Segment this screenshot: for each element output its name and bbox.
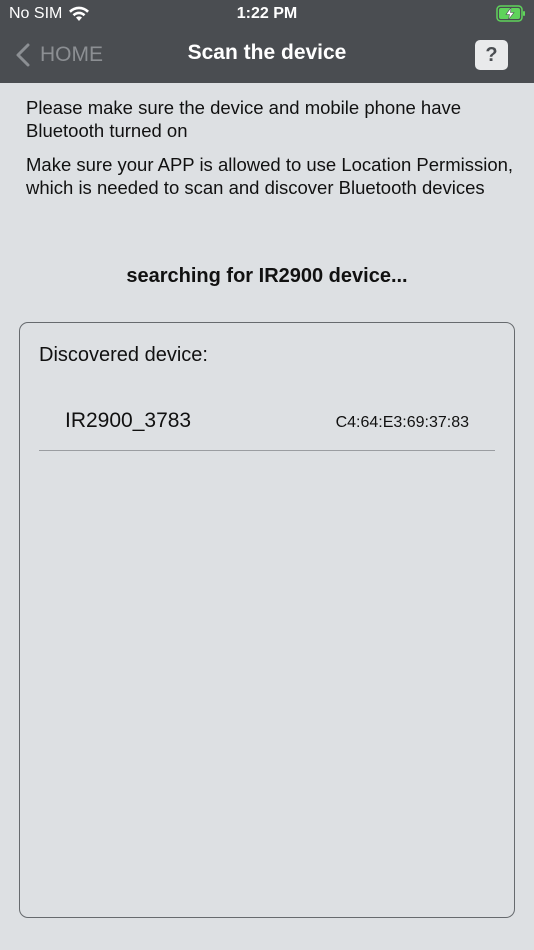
discovered-devices-heading: Discovered device: bbox=[39, 344, 208, 366]
help-button[interactable]: ? bbox=[475, 40, 508, 70]
instructions-text: Please make sure the device and mobile p… bbox=[26, 96, 516, 210]
status-bar: No SIM 1:22 PM bbox=[0, 0, 534, 28]
search-status-message: searching for IR2900 device... bbox=[126, 265, 408, 287]
battery-charging-icon bbox=[496, 5, 525, 22]
device-mac-address: C4:64:E3:69:37:83 bbox=[335, 414, 469, 431]
location-permission-instruction: Make sure your APP is allowed to use Loc… bbox=[26, 154, 514, 198]
bluetooth-instruction: Please make sure the device and mobile p… bbox=[26, 97, 462, 141]
navigation-bar: HOME Scan the device ? bbox=[0, 28, 534, 83]
status-time: 1:22 PM bbox=[236, 5, 298, 22]
discovered-devices-panel: Discovered device: IR2900_3783 C4:64:E3:… bbox=[19, 322, 515, 918]
device-name: IR2900_3783 bbox=[65, 409, 192, 432]
device-list-item[interactable]: IR2900_3783 C4:64:E3:69:37:83 bbox=[39, 393, 495, 451]
app-header: No SIM 1:22 PM HOME Scan the device ? bbox=[0, 0, 534, 83]
page-title: Scan the device bbox=[187, 41, 347, 64]
